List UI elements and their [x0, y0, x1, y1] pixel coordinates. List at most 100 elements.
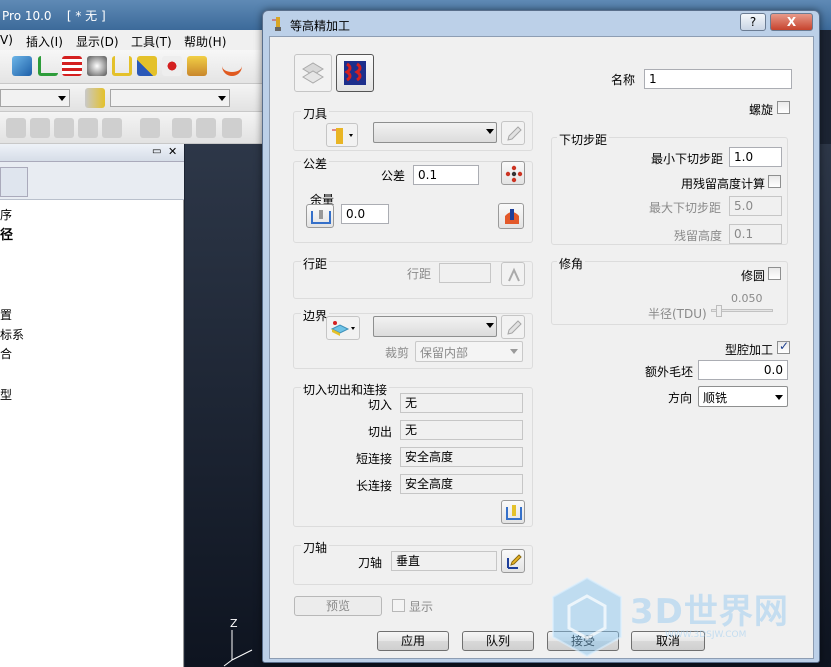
levels-icon[interactable]	[62, 56, 82, 76]
view-rotate-icon[interactable]	[102, 118, 122, 138]
preview-button[interactable]: 预览	[294, 596, 382, 616]
menu-display[interactable]: 显示(D)	[76, 33, 119, 50]
apply-button[interactable]: 应用	[377, 631, 449, 651]
tool-axis-edit-button[interactable]	[501, 549, 525, 573]
queue-button[interactable]: 队列	[462, 631, 534, 651]
pencil-icon	[507, 126, 522, 141]
extra-stock-label: 额外毛坯	[645, 365, 694, 379]
panel-float-icon[interactable]: ▭	[152, 146, 161, 157]
name-input[interactable]: 1	[644, 69, 792, 89]
extra-stock-input[interactable]: 0.0	[698, 360, 788, 380]
show-label: 显示	[409, 600, 434, 614]
explorer-header: ▭ ✕	[0, 144, 184, 162]
pattern-icon[interactable]	[137, 56, 157, 76]
chevron-down-icon	[486, 323, 494, 328]
tree-item[interactable]: 序	[0, 206, 12, 223]
menu-insert[interactable]: 插入(I)	[26, 33, 63, 50]
boundary-select-button[interactable]	[326, 316, 360, 340]
tool-icon[interactable]	[87, 56, 107, 76]
cancel-button[interactable]: 取消	[631, 631, 705, 651]
tool-group-label: 刀具	[301, 105, 330, 122]
tool-axis-group-label: 刀轴	[301, 539, 330, 556]
corner-radius-label: 半径(TDU)	[648, 307, 707, 321]
tree-item[interactable]: 标系	[0, 326, 24, 343]
trim-combo[interactable]: 保留内部	[415, 341, 523, 362]
view-shade-icon[interactable]	[172, 118, 192, 138]
corner-slider-value: 0.050	[731, 292, 763, 305]
menu-view[interactable]: V)	[0, 33, 13, 47]
stepdown-group-label: 下切步距	[557, 131, 610, 148]
chevron-down-icon	[775, 395, 783, 400]
menu-help[interactable]: 帮助(H)	[184, 33, 226, 50]
cusp-height-label: 残留高度	[674, 229, 723, 243]
cusp-calc-checkbox[interactable]	[768, 175, 781, 188]
boundary-group-label: 边界	[301, 307, 330, 324]
toolbar-combo-1[interactable]	[0, 89, 70, 107]
chevron-down-icon	[510, 349, 518, 354]
max-stepdown-input[interactable]: 5.0	[729, 196, 782, 216]
cusp-height-input[interactable]: 0.1	[729, 224, 782, 244]
tree-item[interactable]: 合	[0, 345, 12, 362]
panel-close-icon[interactable]: ✕	[168, 145, 177, 158]
view-section-icon[interactable]	[140, 118, 160, 138]
spiral-checkbox[interactable]	[777, 101, 790, 114]
allowance-component-button[interactable]	[498, 203, 524, 229]
tolerance-thickness-button[interactable]	[501, 161, 525, 185]
round-corner-checkbox[interactable]	[768, 267, 781, 280]
view-iso-icon[interactable]	[6, 118, 26, 138]
view-front-icon[interactable]	[30, 118, 50, 138]
feature-icon[interactable]	[162, 56, 182, 76]
max-stepdown-label: 最大下切步距	[649, 201, 722, 215]
stock-icon[interactable]	[187, 56, 207, 76]
corner-group-label: 修角	[557, 255, 586, 272]
help-button[interactable]: ?	[740, 13, 766, 31]
tool-combo[interactable]	[373, 122, 497, 143]
dialog-title: 等高精加工	[290, 19, 351, 33]
min-stepdown-input[interactable]: 1.0	[729, 147, 782, 167]
name-label: 名称	[611, 73, 636, 87]
allowance-type-button[interactable]	[306, 204, 334, 228]
strategy-active-button[interactable]	[336, 54, 374, 92]
view-save-icon[interactable]	[222, 118, 242, 138]
view-side-icon[interactable]	[54, 118, 74, 138]
menu-tools[interactable]: 工具(T)	[131, 33, 172, 50]
short-link-label: 短连接	[356, 452, 393, 466]
leads-edit-button[interactable]	[501, 500, 525, 524]
view-toolbar	[0, 112, 270, 144]
toolbar-combo-2[interactable]	[110, 89, 230, 107]
tool-edit-button[interactable]	[501, 121, 525, 145]
boundary-edit-button[interactable]	[501, 315, 525, 339]
simulation-icon[interactable]	[222, 56, 242, 76]
accept-button[interactable]: 接受	[547, 631, 619, 651]
thickness-icon	[311, 210, 331, 224]
trim-label: 裁剪	[385, 346, 410, 360]
stepover-copy-button[interactable]	[501, 262, 525, 286]
tool-select-button[interactable]	[326, 123, 358, 147]
boundary-icon[interactable]	[112, 56, 132, 76]
tolerance-input[interactable]: 0.1	[413, 165, 479, 185]
main-toolbar	[0, 50, 270, 84]
strategy-inactive-button[interactable]	[294, 54, 332, 92]
explorer-tabstrip	[0, 162, 184, 200]
end-mill-icon	[332, 128, 353, 144]
close-button[interactable]: X	[770, 13, 813, 31]
show-checkbox[interactable]	[392, 599, 405, 612]
stepover-input[interactable]	[439, 263, 491, 283]
boundary-combo[interactable]	[373, 316, 497, 337]
view-wire-icon[interactable]	[196, 118, 216, 138]
tree-item[interactable]: 型	[0, 386, 12, 403]
corner-slider-thumb[interactable]	[716, 305, 722, 317]
dialog-titlebar[interactable]: 等高精加工 ? X	[263, 11, 819, 35]
allowance-input[interactable]: 0.0	[341, 204, 389, 224]
tree-item[interactable]: 径	[0, 224, 13, 243]
pocket-checkbox[interactable]	[777, 339, 790, 354]
block-icon[interactable]	[12, 56, 32, 76]
lead-in-value: 无	[400, 393, 523, 413]
cutter-icon[interactable]	[85, 88, 105, 108]
tree-item[interactable]: 置	[0, 306, 12, 323]
view-top-icon[interactable]	[78, 118, 98, 138]
explorer-tab[interactable]	[0, 167, 28, 197]
toolpath-icon[interactable]	[38, 56, 58, 76]
pocket-label: 型腔加工	[725, 343, 774, 357]
direction-label: 方向	[668, 391, 693, 405]
